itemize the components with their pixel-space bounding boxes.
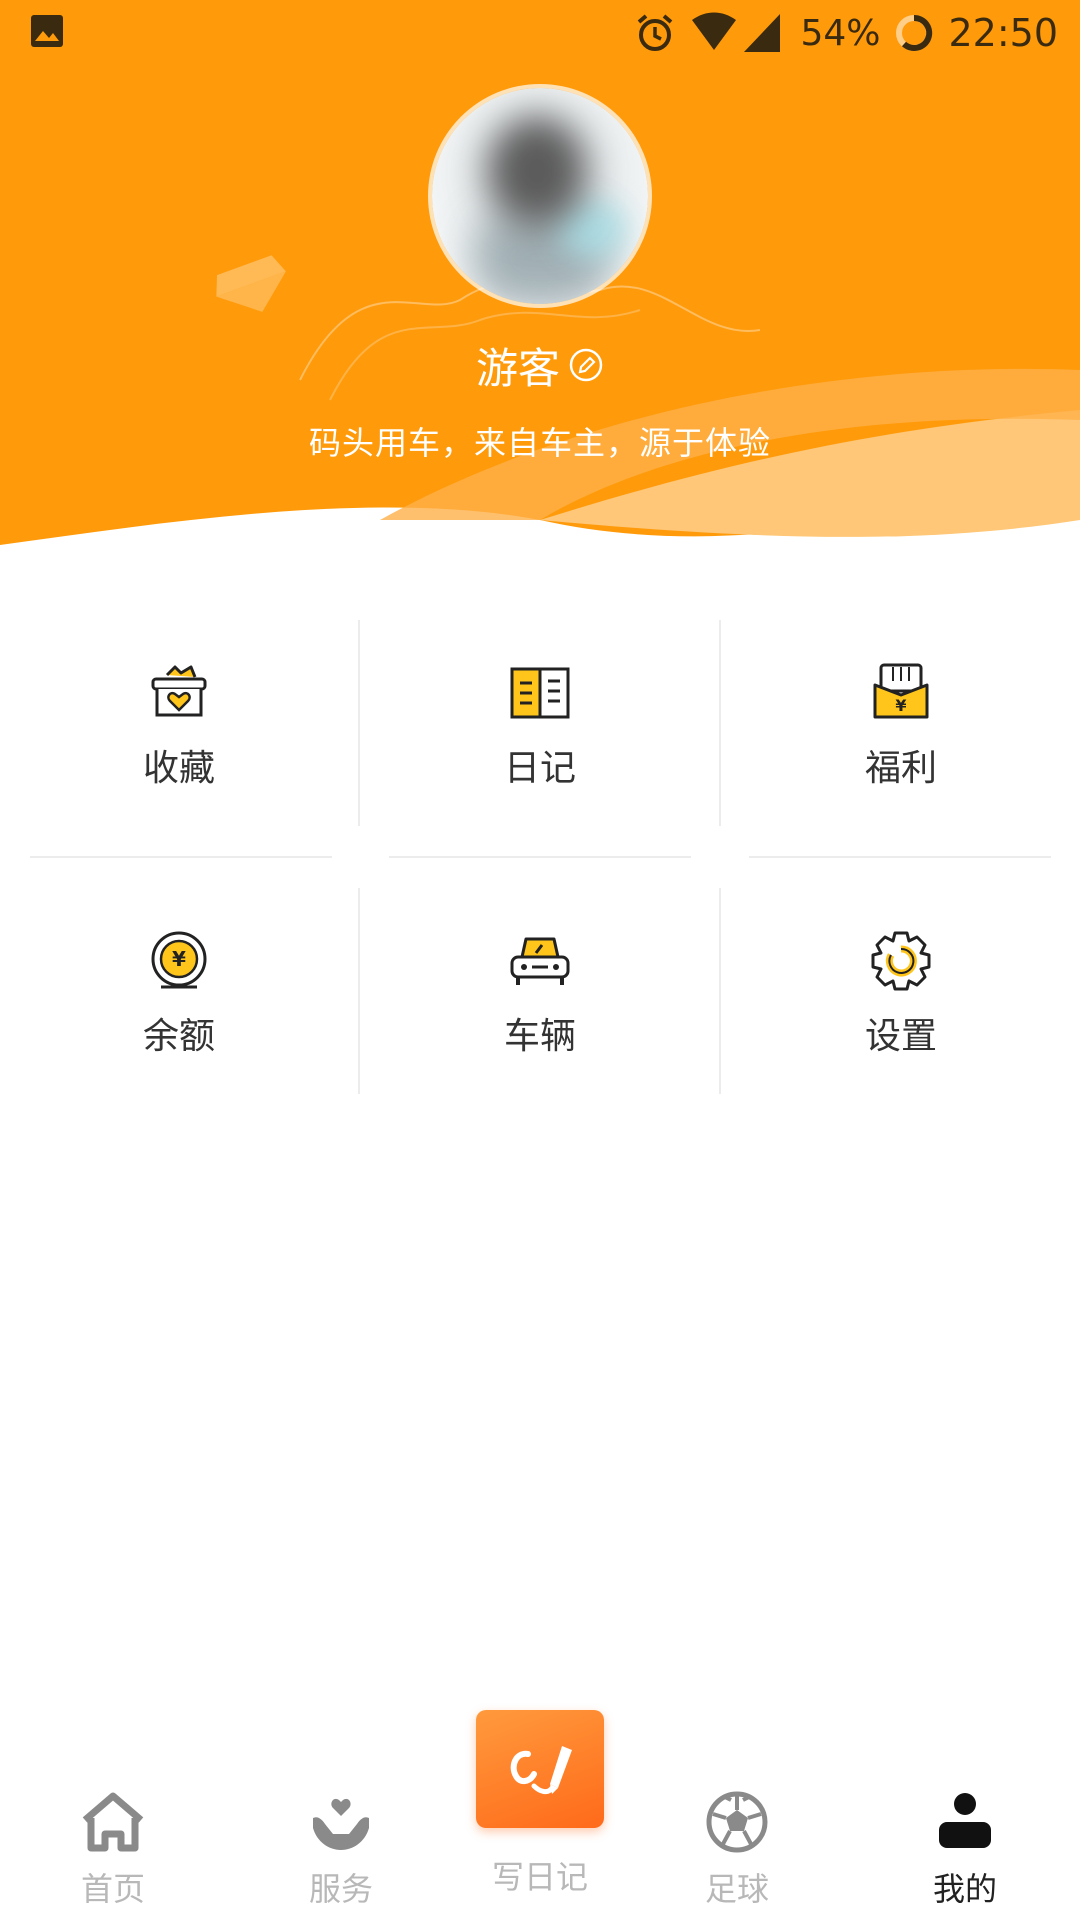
write-diary-button[interactable] [476, 1710, 604, 1828]
write-diary-pen-icon [510, 1746, 572, 1795]
nav-tab-mine[interactable]: 我的 [885, 1788, 1045, 1918]
grid-item-welfare[interactable]: ¥ 福利 [736, 626, 1066, 826]
profile-person-icon [939, 1793, 991, 1848]
grid-divider [358, 888, 360, 1094]
favorites-basket-icon [151, 665, 207, 717]
grid-item-balance[interactable]: ¥ 余额 [14, 894, 344, 1094]
profile-header: 54% 22:50 游客 码头用车，来自车主，源于体验 [0, 0, 1080, 560]
grid-item-label: 日记 [503, 748, 576, 789]
football-icon [706, 1791, 768, 1853]
alarm-icon [638, 14, 673, 51]
grid-item-settings[interactable]: 设置 [736, 894, 1066, 1094]
battery-percentage: 54% [800, 12, 881, 54]
signal-icon [744, 14, 781, 52]
vehicle-car-icon [510, 937, 570, 985]
nav-label: 足球 [704, 1870, 769, 1908]
grid-divider [389, 856, 691, 858]
avatar[interactable] [432, 88, 648, 304]
grid-divider [358, 620, 360, 826]
welfare-envelope-icon: ¥ [873, 663, 929, 719]
settings-gear-icon [871, 931, 931, 991]
grid-item-label: 设置 [864, 1016, 937, 1057]
diary-book-icon [510, 667, 570, 719]
profile-tagline: 码头用车，来自车主，源于体验 [308, 424, 771, 462]
grid-divider [749, 856, 1051, 858]
service-heart-hands-icon [313, 1798, 369, 1850]
grid-item-vehicle[interactable]: 车辆 [375, 894, 705, 1094]
username-row[interactable]: 游客 [0, 330, 1080, 400]
feature-grid: 收藏 日记 ¥ 福利 ¥ 余额 车辆 设置 [0, 620, 1080, 1094]
svg-text:¥: ¥ [895, 696, 906, 715]
nav-label: 首页 [80, 1870, 145, 1908]
grid-item-label: 收藏 [142, 748, 215, 789]
grid-divider [719, 620, 721, 826]
battery-ring-icon [896, 14, 933, 51]
username: 游客 [475, 343, 560, 393]
grid-divider [719, 888, 721, 1094]
gallery-notification-icon [31, 15, 63, 47]
svg-text:¥: ¥ [172, 947, 186, 971]
nav-tab-service[interactable]: 服务 [261, 1788, 421, 1918]
write-diary-label: 写日记 [491, 1858, 588, 1896]
grid-item-favorites[interactable]: 收藏 [14, 626, 344, 826]
status-bar: 54% 22:50 [0, 0, 1080, 66]
grid-divider [30, 856, 332, 858]
balance-coin-icon: ¥ [151, 931, 207, 989]
clock-time: 22:50 [948, 11, 1058, 55]
wifi-icon [692, 12, 737, 50]
grid-item-diary[interactable]: 日记 [375, 626, 705, 826]
nav-label: 服务 [308, 1870, 373, 1908]
grid-item-label: 福利 [864, 748, 937, 789]
grid-item-label: 余额 [142, 1016, 215, 1057]
nav-label: 我的 [932, 1870, 997, 1908]
grid-item-label: 车辆 [503, 1016, 576, 1057]
home-icon [82, 1792, 144, 1852]
nav-tab-home[interactable]: 首页 [33, 1788, 193, 1918]
nav-tab-football[interactable]: 足球 [657, 1788, 817, 1918]
edit-icon[interactable] [568, 347, 604, 383]
